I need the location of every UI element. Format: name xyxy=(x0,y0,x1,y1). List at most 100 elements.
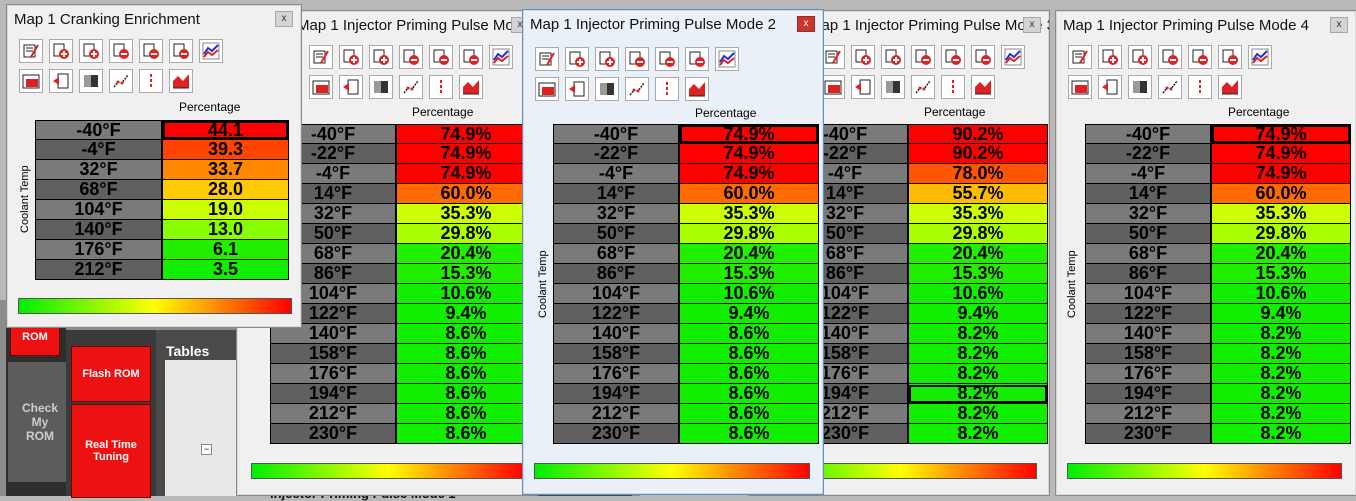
multiply-icon-button[interactable] xyxy=(685,47,709,71)
value-cell[interactable]: 10.6% xyxy=(396,284,536,304)
window-mode-2[interactable]: Map 1 Injector Priming Pulse Mode 2 x Per… xyxy=(522,9,824,495)
increase-icon-button[interactable] xyxy=(595,47,619,71)
row-header-cell[interactable]: -40°F xyxy=(35,120,162,140)
row-header-cell[interactable]: 68°F xyxy=(553,244,679,264)
value-cell[interactable]: 8.2% xyxy=(908,384,1048,404)
value-cell[interactable]: 35.3% xyxy=(1211,204,1351,224)
subtract-icon-button[interactable] xyxy=(941,45,965,69)
surface-icon-button[interactable] xyxy=(685,77,709,101)
value-cell[interactable]: 35.3% xyxy=(396,204,536,224)
value-cell[interactable]: 74.9% xyxy=(1211,124,1351,144)
title-bar[interactable]: Map 1 Injector Priming Pulse Mode 2 x xyxy=(523,10,823,38)
increase-icon-button[interactable] xyxy=(369,45,393,69)
value-cell[interactable]: 9.4% xyxy=(679,304,819,324)
real-time-tuning-button[interactable]: Real Time Tuning xyxy=(71,404,151,498)
row-header-cell[interactable]: 140°F xyxy=(35,220,162,240)
title-bar[interactable]: Map 1 Cranking Enrichment x xyxy=(7,5,301,33)
value-cell[interactable]: 29.8% xyxy=(679,224,819,244)
value-cell[interactable]: 28.0 xyxy=(162,180,289,200)
edit-icon-button[interactable] xyxy=(821,45,845,69)
value-cell[interactable]: 8.6% xyxy=(396,404,536,424)
window-mode-4[interactable]: Map 1 Injector Priming Pulse Mode 4 x Per… xyxy=(1055,10,1356,496)
value-cell[interactable]: 74.9% xyxy=(396,164,536,184)
value-cell[interactable]: 60.0% xyxy=(396,184,536,204)
value-cell[interactable]: 3.5 xyxy=(162,260,289,280)
value-cell[interactable]: 44.1 xyxy=(162,120,289,140)
value-cell[interactable]: 74.9% xyxy=(679,124,819,144)
row-header-cell[interactable]: 68°F xyxy=(35,180,162,200)
surface-icon-button[interactable] xyxy=(1218,75,1242,99)
row-header-cell[interactable]: 104°F xyxy=(1085,284,1211,304)
value-cell[interactable]: 29.8% xyxy=(908,224,1048,244)
table-icon-button[interactable] xyxy=(535,77,559,101)
smooth-icon-button[interactable] xyxy=(1128,75,1152,99)
value-cell[interactable]: 8.2% xyxy=(1211,344,1351,364)
graph-icon-button[interactable] xyxy=(715,47,739,71)
value-cell[interactable]: 8.6% xyxy=(396,324,536,344)
subtract-icon-button[interactable] xyxy=(655,47,679,71)
row-header-cell[interactable]: 158°F xyxy=(553,344,679,364)
row-header-cell[interactable]: 194°F xyxy=(270,384,396,404)
value-cell[interactable]: 8.6% xyxy=(396,364,536,384)
decrease-icon-button[interactable] xyxy=(109,39,133,63)
value-cell[interactable]: 8.6% xyxy=(396,344,536,364)
row-header-cell[interactable]: 14°F xyxy=(553,184,679,204)
surface-icon-button[interactable] xyxy=(459,75,483,99)
value-cell[interactable]: 8.2% xyxy=(908,344,1048,364)
row-header-cell[interactable]: 68°F xyxy=(1085,244,1211,264)
row-header-cell[interactable]: 176°F xyxy=(553,364,679,384)
edit-icon-button[interactable] xyxy=(535,47,559,71)
graph-icon-button[interactable] xyxy=(1248,45,1272,69)
value-cell[interactable]: 20.4% xyxy=(679,244,819,264)
import-icon-button[interactable] xyxy=(1098,75,1122,99)
row-header-cell[interactable]: 14°F xyxy=(1085,184,1211,204)
row-header-cell[interactable]: 212°F xyxy=(1085,404,1211,424)
subtract-icon-button[interactable] xyxy=(139,39,163,63)
close-icon[interactable]: x xyxy=(797,16,815,32)
row-header-cell[interactable]: 230°F xyxy=(1085,424,1211,444)
row-header-cell[interactable]: 32°F xyxy=(1085,204,1211,224)
add-icon-button[interactable] xyxy=(339,45,363,69)
value-cell[interactable]: 9.4% xyxy=(396,304,536,324)
value-cell[interactable]: 29.8% xyxy=(396,224,536,244)
import-icon-button[interactable] xyxy=(565,77,589,101)
value-cell[interactable]: 74.9% xyxy=(396,124,536,144)
value-cell[interactable]: 78.0% xyxy=(908,164,1048,184)
row-header-cell[interactable]: 194°F xyxy=(1085,384,1211,404)
value-cell[interactable]: 39.3 xyxy=(162,140,289,160)
value-cell[interactable]: 8.6% xyxy=(679,404,819,424)
edit-icon-button[interactable] xyxy=(309,45,333,69)
value-cell[interactable]: 15.3% xyxy=(396,264,536,284)
value-cell[interactable]: 74.9% xyxy=(679,164,819,184)
row-header-cell[interactable]: 194°F xyxy=(553,384,679,404)
row-header-cell[interactable]: 122°F xyxy=(553,304,679,324)
row-header-cell[interactable]: 158°F xyxy=(270,344,396,364)
multiply-icon-button[interactable] xyxy=(169,39,193,63)
value-cell[interactable]: 8.2% xyxy=(908,424,1048,444)
row-header-cell[interactable]: 176°F xyxy=(270,364,396,384)
value-cell[interactable]: 10.6% xyxy=(679,284,819,304)
surface-icon-button[interactable] xyxy=(169,69,193,93)
decrease-icon-button[interactable] xyxy=(399,45,423,69)
row-header-cell[interactable]: 86°F xyxy=(1085,264,1211,284)
line-graph-icon-button[interactable] xyxy=(911,75,935,99)
row-header-cell[interactable]: 212°F xyxy=(35,260,162,280)
table-icon-button[interactable] xyxy=(19,69,43,93)
row-header-cell[interactable]: 230°F xyxy=(553,424,679,444)
value-cell[interactable]: 8.6% xyxy=(679,384,819,404)
value-cell[interactable]: 90.2% xyxy=(908,124,1048,144)
increase-icon-button[interactable] xyxy=(881,45,905,69)
table-icon-button[interactable] xyxy=(821,75,845,99)
row-header-cell[interactable]: -22°F xyxy=(553,144,679,164)
decrease-icon-button[interactable] xyxy=(625,47,649,71)
value-cell[interactable]: 74.9% xyxy=(1211,164,1351,184)
value-cell[interactable]: 33.7 xyxy=(162,160,289,180)
close-icon[interactable]: x xyxy=(275,11,293,27)
value-cell[interactable]: 20.4% xyxy=(1211,244,1351,264)
value-cell[interactable]: 8.2% xyxy=(1211,404,1351,424)
row-header-cell[interactable]: -4°F xyxy=(553,164,679,184)
smooth-icon-button[interactable] xyxy=(369,75,393,99)
row-header-cell[interactable]: 140°F xyxy=(1085,324,1211,344)
close-icon[interactable]: x xyxy=(1023,17,1041,33)
value-cell[interactable]: 10.6% xyxy=(908,284,1048,304)
